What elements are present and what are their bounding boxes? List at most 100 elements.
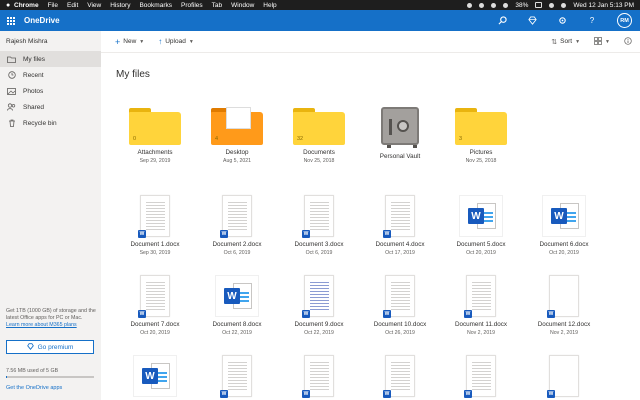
file-tile[interactable]: W Document 8.docx Oct 22, 2019 [202, 271, 272, 336]
control-center-icon[interactable] [561, 2, 567, 8]
file-date: Oct 20, 2019 [549, 250, 579, 256]
menu-history[interactable]: History [110, 2, 130, 9]
file-tile[interactable]: W Document 11.docx Nov 2, 2019 [446, 271, 516, 336]
apple-icon[interactable]: ● [6, 2, 14, 9]
word-icon: W [220, 230, 228, 238]
file-tile[interactable]: W [365, 351, 435, 398]
menu-clock[interactable]: Wed 12 Jan 5:13 PM [573, 2, 634, 9]
file-name: Document 6.docx [539, 241, 589, 248]
document-thumbnail: W [547, 275, 579, 318]
diamond-icon[interactable] [527, 16, 537, 26]
document-thumbnail: W [302, 355, 334, 398]
file-name: Document 10.docx [373, 321, 427, 328]
file-name: Document 11.docx [454, 321, 508, 328]
folder-tile-desktop[interactable]: 4 Desktop Aug 5, 2021 [202, 99, 272, 164]
app-launcher-icon[interactable] [0, 10, 22, 31]
word-icon: W [133, 355, 177, 397]
word-icon: W [302, 230, 310, 238]
folder-name: Pictures [469, 149, 493, 156]
sidebar-item-my-files[interactable]: My files [0, 51, 101, 67]
sort-icon: ⇅ [551, 38, 558, 46]
search-icon[interactable] [549, 2, 555, 8]
file-tile[interactable]: W Document 5.docx Oct 20, 2019 [446, 191, 516, 256]
menu-file[interactable]: File [48, 2, 58, 9]
sidebar-item-label: Shared [23, 103, 44, 111]
upload-button[interactable]: ↑ Upload ▼ [158, 37, 194, 46]
folder-tile-pictures[interactable]: 3 Pictures Nov 25, 2018 [446, 99, 516, 164]
document-thumbnail: W [138, 275, 170, 318]
avatar[interactable]: RM [617, 13, 632, 28]
chevron-down-icon: ▼ [575, 38, 581, 45]
sidebar-item-shared[interactable]: Shared [0, 99, 101, 115]
document-thumbnail: W [383, 355, 415, 398]
sort-label: Sort [560, 38, 573, 45]
folder-icon [7, 55, 16, 63]
file-tile[interactable]: W Document 1.docx Sep 30, 2019 [120, 191, 190, 256]
status-icon[interactable] [479, 2, 485, 8]
status-icon[interactable] [467, 2, 473, 8]
menu-app-name[interactable]: Chrome [14, 2, 39, 9]
sidebar: Rajesh Mishra My files Recent Photos Sha… [0, 31, 101, 400]
grid-view-icon [594, 36, 602, 47]
file-tile[interactable]: W Document 12.docx Nov 2, 2019 [529, 271, 599, 336]
folder-tile-attachments[interactable]: 0 Attachments Sep 29, 2019 [120, 99, 190, 164]
folder-tile-personal-vault[interactable]: Personal Vault [365, 99, 435, 160]
word-icon: W [542, 195, 586, 237]
learn-more-link[interactable]: Learn more about M365 plans [6, 322, 77, 328]
file-tile[interactable]: W [120, 351, 190, 397]
file-date: Sep 30, 2019 [139, 250, 171, 256]
file-tile[interactable]: W Document 7.docx Oct 20, 2019 [120, 271, 190, 336]
file-tile[interactable]: W Document 3.docx Oct 6, 2019 [284, 191, 354, 256]
app-title[interactable]: OneDrive [24, 16, 60, 25]
page-title: My files [116, 69, 150, 80]
item-count: 3 [459, 136, 463, 142]
wifi-icon[interactable] [503, 2, 509, 8]
file-tile[interactable]: W Document 6.docx Oct 20, 2019 [529, 191, 599, 256]
menu-view[interactable]: View [87, 2, 101, 9]
file-name: Document 3.docx [294, 241, 344, 248]
file-tile[interactable]: W [202, 351, 272, 398]
search-icon[interactable] [497, 16, 507, 26]
file-tile[interactable]: W Document 2.docx Oct 6, 2019 [202, 191, 272, 256]
battery-icon[interactable] [535, 2, 543, 8]
menu-edit[interactable]: Edit [67, 2, 78, 9]
sidebar-item-label: My files [23, 55, 46, 63]
go-premium-button[interactable]: Go premium [6, 340, 94, 354]
menu-help[interactable]: Help [263, 2, 276, 9]
menu-profiles[interactable]: Profiles [181, 2, 203, 9]
chevron-down-icon: ▼ [605, 38, 610, 45]
app-header: OneDrive ? RM [0, 10, 640, 31]
word-icon: W [459, 195, 503, 237]
sort-button[interactable]: ⇅ Sort ▼ [551, 38, 580, 46]
sidebar-item-recent[interactable]: Recent [0, 67, 101, 83]
sidebar-item-photos[interactable]: Photos [0, 83, 101, 99]
battery-percent: 38% [515, 1, 529, 9]
get-apps-link[interactable]: Get the OneDrive apps [6, 385, 62, 391]
menu-window[interactable]: Window [231, 2, 254, 9]
file-tile[interactable]: W [284, 351, 354, 398]
file-tile[interactable]: W [446, 351, 516, 398]
document-thumbnail: W [547, 355, 579, 398]
menu-tab[interactable]: Tab [212, 2, 222, 9]
file-tile[interactable]: W Document 9.docx Oct 22, 2019 [284, 271, 354, 336]
file-date: Oct 6, 2019 [223, 250, 251, 256]
folder-name: Attachments [137, 149, 173, 156]
folder-name: Desktop [225, 149, 249, 156]
settings-icon[interactable] [557, 16, 567, 26]
vault-icon [381, 107, 419, 148]
menu-bookmarks[interactable]: Bookmarks [139, 2, 172, 9]
file-tile[interactable]: W Document 4.docx Oct 17, 2019 [365, 191, 435, 256]
word-icon: W [302, 390, 310, 398]
bluetooth-icon[interactable] [491, 2, 497, 8]
folder-tile-documents[interactable]: 32 Documents Nov 25, 2018 [284, 99, 354, 164]
view-options-button[interactable]: ▼ [594, 36, 610, 47]
storage-bar [6, 376, 94, 378]
help-icon[interactable]: ? [587, 16, 597, 26]
new-button[interactable]: + New ▼ [115, 37, 144, 47]
sidebar-item-recycle-bin[interactable]: Recycle bin [0, 115, 101, 131]
item-count: 4 [215, 136, 219, 142]
file-tile[interactable]: W [529, 351, 599, 398]
info-icon[interactable] [624, 36, 632, 47]
file-tile[interactable]: W Document 10.docx Oct 26, 2019 [365, 271, 435, 336]
file-date: Oct 6, 2019 [305, 250, 333, 256]
